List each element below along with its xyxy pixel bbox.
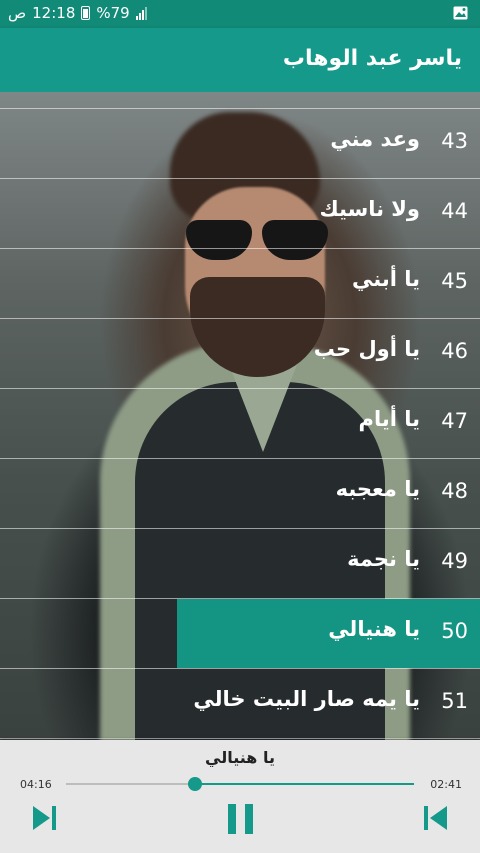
page-title: ياسر عبد الوهاب xyxy=(282,46,462,71)
seek-thumb[interactable] xyxy=(187,777,202,791)
seek-bar[interactable] xyxy=(66,777,414,791)
song-title: يا أول حب xyxy=(313,337,420,361)
battery-icon xyxy=(81,6,91,20)
song-title: يا معجبه xyxy=(335,477,420,501)
elapsed-time: 02:41 xyxy=(430,778,462,791)
app-bar: ياسر عبد الوهاب xyxy=(0,28,480,92)
status-period: ص xyxy=(8,4,27,22)
song-number: 45 xyxy=(441,269,468,293)
song-title: يا يمه صار البيت خالي xyxy=(193,687,420,711)
duration-time: 04:16 xyxy=(20,778,52,791)
song-row-51[interactable]: 51 يا يمه صار البيت خالي xyxy=(0,669,480,739)
now-playing-title: يا هنيالي xyxy=(205,748,275,767)
media-player: يا هنيالي 04:16 02:41 xyxy=(0,740,480,853)
pause-icon[interactable] xyxy=(226,804,256,834)
song-title: يا هنيالي xyxy=(328,617,420,641)
status-bar: ص 12:18 %79 xyxy=(0,0,480,28)
song-number: 46 xyxy=(441,339,468,363)
song-row-49[interactable]: 49 يا نجمة xyxy=(0,529,480,599)
battery-level: %79 xyxy=(96,4,130,22)
song-number: 48 xyxy=(441,479,468,503)
song-row-45[interactable]: 45 يا أبني xyxy=(0,249,480,319)
signal-icon xyxy=(135,6,147,20)
status-time: 12:18 xyxy=(32,4,76,22)
song-title: يا أبني xyxy=(352,267,420,291)
song-title: يا أيام xyxy=(358,407,420,431)
song-number: 47 xyxy=(441,409,468,433)
song-list[interactable]: 43 وعد مني 44 ولا ناسيك 45 يا أبني 46 يا… xyxy=(0,92,480,740)
image-icon xyxy=(453,5,468,24)
song-number: 50 xyxy=(441,619,468,643)
song-row-44[interactable]: 44 ولا ناسيك xyxy=(0,179,480,249)
song-number: 43 xyxy=(441,129,468,153)
song-row-46[interactable]: 46 يا أول حب xyxy=(0,319,480,389)
skip-next-icon[interactable] xyxy=(30,804,60,832)
song-row-47[interactable]: 47 يا أيام xyxy=(0,389,480,459)
status-left: ص 12:18 %79 xyxy=(8,4,147,22)
song-title: وعد مني xyxy=(330,127,420,151)
song-number: 51 xyxy=(441,689,468,713)
song-row-48[interactable]: 48 يا معجبه xyxy=(0,459,480,529)
song-number: 49 xyxy=(441,549,468,573)
song-title: ولا ناسيك xyxy=(319,197,420,221)
skip-previous-icon[interactable] xyxy=(420,804,450,832)
seek-progress xyxy=(194,783,414,785)
song-row-50-active[interactable]: 50 يا هنيالي xyxy=(0,599,480,669)
song-number: 44 xyxy=(441,199,468,223)
song-title: يا نجمة xyxy=(347,547,420,571)
song-row-43[interactable]: 43 وعد مني xyxy=(0,109,480,179)
